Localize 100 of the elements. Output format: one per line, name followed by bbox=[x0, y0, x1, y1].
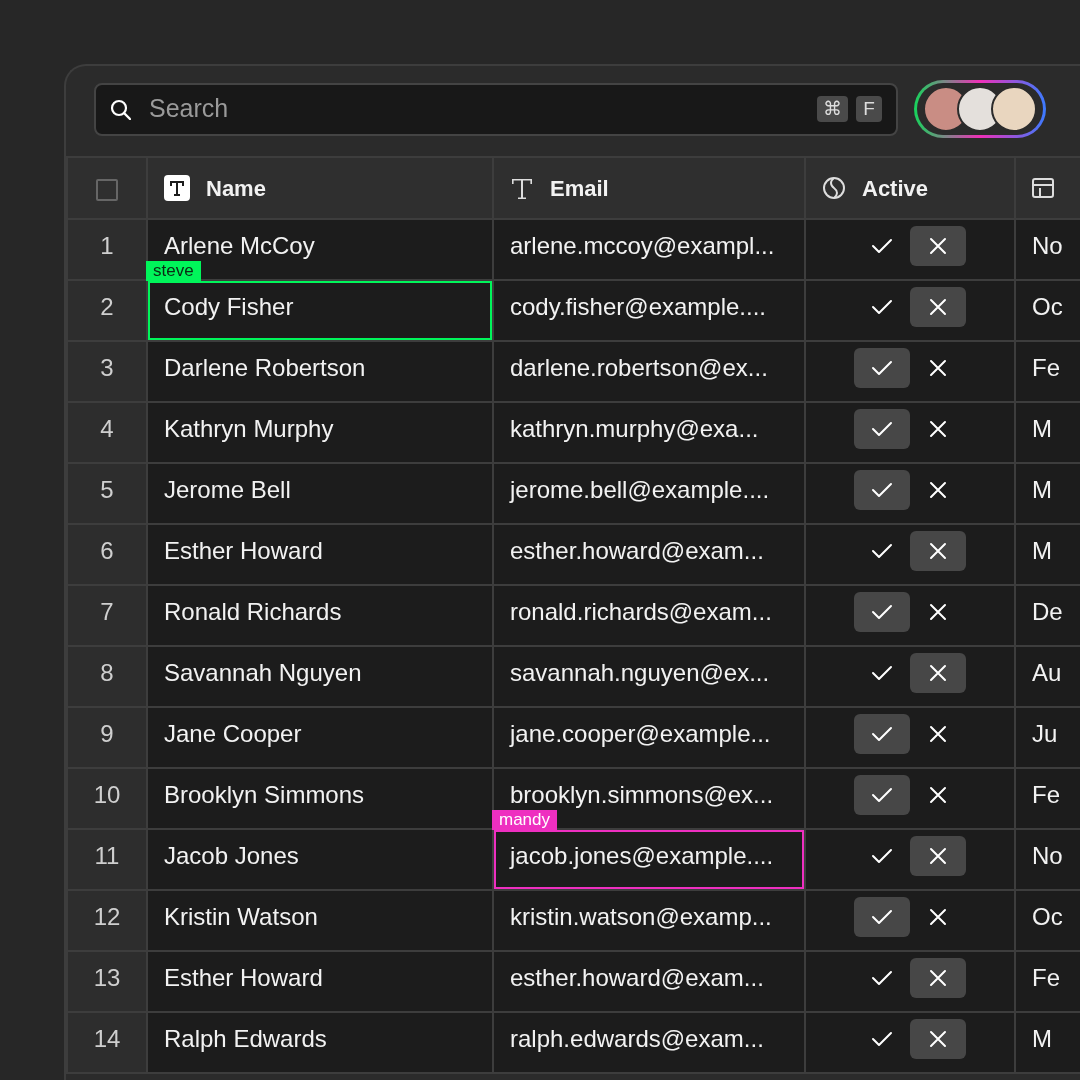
table-cell: Savannah Nguyen bbox=[164, 658, 362, 686]
close-icon bbox=[928, 967, 948, 988]
table-cell: Esther Howard bbox=[164, 536, 323, 564]
table-cell: Darlene Robertson bbox=[164, 353, 366, 381]
table-cell: Cody Fisher bbox=[164, 292, 294, 320]
row-number: 9 bbox=[100, 719, 114, 747]
table-cell: arlene.mccoy@exampl... bbox=[510, 231, 775, 259]
close-icon bbox=[928, 418, 948, 439]
cursor-label: mandy bbox=[492, 810, 558, 830]
text-icon bbox=[164, 175, 190, 201]
table-cell: Jane Cooper bbox=[164, 719, 302, 747]
table-cell: kristin.watson@examp... bbox=[510, 902, 772, 930]
toggle-button[interactable] bbox=[910, 957, 966, 998]
row-number: 14 bbox=[93, 1024, 121, 1052]
table-cell: Esther Howard bbox=[164, 963, 323, 991]
table-cell: jane.cooper@example... bbox=[510, 719, 771, 747]
close-icon bbox=[928, 540, 948, 561]
row-number: 8 bbox=[100, 658, 114, 686]
row-number: 11 bbox=[94, 841, 120, 869]
table-cell: No bbox=[1032, 231, 1063, 259]
table-cell: Kristin Watson bbox=[164, 902, 318, 930]
table-cell: savannah.nguyen@ex... bbox=[510, 658, 770, 686]
toggle-button[interactable] bbox=[910, 225, 966, 266]
row-number: 6 bbox=[100, 536, 114, 564]
row-number: 13 bbox=[93, 963, 121, 991]
close-icon bbox=[928, 906, 948, 927]
table-cell: ronald.richards@exam... bbox=[510, 597, 772, 625]
search-field[interactable]: Search ⌘ F bbox=[94, 82, 898, 136]
cursor-label: steve bbox=[146, 261, 201, 281]
close-icon bbox=[928, 662, 948, 683]
table-cell: Jacob Jones bbox=[164, 841, 299, 869]
close-icon bbox=[928, 601, 948, 622]
select-all-checkbox[interactable] bbox=[96, 178, 118, 201]
table-cell: Oc bbox=[1032, 902, 1063, 930]
table-cell: jacob.jones@example.... bbox=[510, 841, 774, 869]
close-icon bbox=[928, 296, 948, 317]
toggle-button[interactable] bbox=[910, 1018, 966, 1059]
text-icon bbox=[510, 176, 534, 200]
toggle-button[interactable] bbox=[854, 408, 910, 449]
table-cell: Ralph Edwards bbox=[164, 1024, 327, 1052]
shortcut-key: ⌘ bbox=[817, 96, 848, 122]
table-cell: brooklyn.simmons@ex... bbox=[510, 780, 774, 808]
toggle-button[interactable] bbox=[910, 835, 966, 876]
toggle-button[interactable] bbox=[854, 591, 910, 632]
table-cell: Fe bbox=[1032, 353, 1060, 381]
avatar-placeholder bbox=[991, 86, 1037, 132]
row-number: 4 bbox=[100, 414, 114, 442]
table-cell: Oc bbox=[1032, 292, 1063, 320]
toggle-button[interactable] bbox=[854, 713, 910, 754]
search-icon bbox=[110, 98, 131, 120]
column-header[interactable]: Name bbox=[206, 171, 266, 205]
table-cell: Fe bbox=[1032, 963, 1060, 991]
toggle-button[interactable] bbox=[910, 530, 966, 571]
table-cell: De bbox=[1032, 597, 1063, 625]
calendar-icon bbox=[1032, 176, 1054, 200]
table-cell: esther.howard@exam... bbox=[510, 536, 764, 564]
table-cell: Jerome Bell bbox=[164, 475, 291, 503]
column-header[interactable]: Email bbox=[550, 171, 609, 205]
avatar-stack[interactable] bbox=[914, 80, 1046, 138]
close-icon bbox=[928, 723, 948, 744]
circle-icon bbox=[822, 176, 846, 200]
table-cell: kathryn.murphy@exa... bbox=[510, 414, 759, 442]
table-cell: Brooklyn Simmons bbox=[164, 780, 365, 808]
column-header[interactable]: Active bbox=[862, 171, 929, 205]
table-cell: Ronald Richards bbox=[164, 597, 342, 625]
row-number: 2 bbox=[100, 292, 114, 320]
table-cell: darlene.robertson@ex... bbox=[510, 353, 768, 381]
toggle-button[interactable] bbox=[910, 286, 966, 327]
table-cell: M bbox=[1032, 414, 1052, 442]
row-number: 5 bbox=[100, 475, 114, 503]
shortcut-key: F bbox=[856, 96, 882, 122]
table-cell: M bbox=[1032, 536, 1052, 564]
table-cell: esther.howard@exam... bbox=[510, 963, 764, 991]
toggle-button[interactable] bbox=[854, 469, 910, 510]
toggle-button[interactable] bbox=[854, 347, 910, 388]
table-cell: Arlene McCoy bbox=[164, 231, 315, 259]
table-cell: M bbox=[1032, 1024, 1052, 1052]
search-input[interactable]: Search bbox=[147, 89, 801, 129]
close-icon bbox=[928, 845, 948, 866]
row-number: 1 bbox=[100, 231, 114, 259]
row-number: 7 bbox=[100, 597, 114, 625]
row-number: 12 bbox=[93, 902, 121, 930]
row-number: 3 bbox=[100, 353, 114, 381]
row-number: 10 bbox=[93, 780, 121, 808]
close-icon bbox=[928, 784, 948, 805]
close-icon bbox=[928, 479, 948, 500]
table-cell: Au bbox=[1032, 658, 1062, 686]
table-cell: Kathryn Murphy bbox=[164, 414, 334, 442]
toggle-button[interactable] bbox=[854, 774, 910, 815]
table-cell: Fe bbox=[1032, 780, 1060, 808]
table-cell: M bbox=[1032, 475, 1052, 503]
table-cell: No bbox=[1032, 841, 1063, 869]
table-cell: jerome.bell@example.... bbox=[510, 475, 770, 503]
table-cell: cody.fisher@example.... bbox=[510, 292, 767, 320]
close-icon bbox=[928, 357, 948, 378]
table-cell: ralph.edwards@exam... bbox=[510, 1024, 764, 1052]
table-cell: Ju bbox=[1032, 719, 1058, 747]
toggle-button[interactable] bbox=[910, 652, 966, 693]
toggle-button[interactable] bbox=[854, 896, 910, 937]
close-icon bbox=[928, 1028, 948, 1049]
